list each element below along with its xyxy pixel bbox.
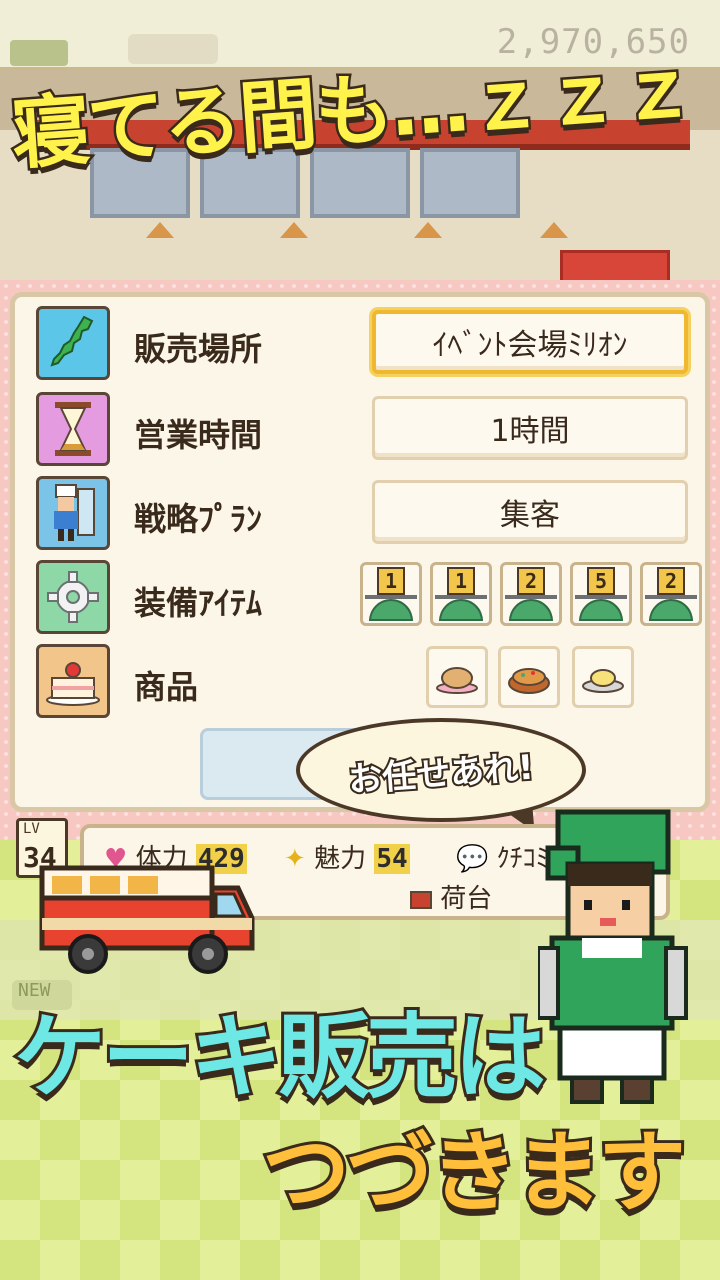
pie-dish-icon bbox=[508, 668, 550, 694]
equipment-slot[interactable]: 5 bbox=[570, 562, 632, 626]
top-badge bbox=[10, 40, 68, 66]
equipment-slot[interactable]: 2 bbox=[640, 562, 702, 626]
bread-bowl-icon bbox=[436, 667, 478, 694]
row-label: 営業時間 bbox=[134, 416, 263, 454]
row-label: 商品 bbox=[134, 668, 199, 706]
product-slot[interactable] bbox=[498, 646, 560, 708]
speech-bubble-text: お任せあれ! bbox=[345, 745, 537, 802]
row-label: 販売場所 bbox=[134, 330, 263, 368]
charm-value: 54 bbox=[374, 844, 410, 874]
row-equipment: 装備ｱｲﾃﾑ 1 1 2 5 2 bbox=[36, 560, 702, 636]
bottom-headline-1: ケーキ販売は bbox=[11, 1001, 549, 1114]
decoration-triangle bbox=[540, 222, 568, 238]
food-truck-icon bbox=[39, 865, 255, 974]
decoration-triangle bbox=[280, 222, 308, 238]
hours-select-button[interactable]: 1時間 bbox=[372, 396, 688, 460]
scale-icon bbox=[649, 599, 693, 621]
bottom-headline-2: つづきます bbox=[259, 1118, 689, 1227]
chef-icon bbox=[36, 476, 110, 550]
stat-review: 💬 ｸﾁｺﾐ bbox=[456, 838, 549, 875]
speech-bubble: お任せあれ! bbox=[296, 718, 586, 822]
row-label: 戦略ﾌﾟﾗﾝ bbox=[134, 500, 263, 538]
decoration-triangle bbox=[146, 222, 174, 238]
equipment-slot[interactable]: 2 bbox=[500, 562, 562, 626]
scale-icon bbox=[439, 599, 483, 621]
equipment-level: 1 bbox=[377, 567, 405, 595]
sparkle-icon: ✦ bbox=[284, 844, 306, 874]
equipment-level: 5 bbox=[587, 567, 615, 595]
product-slot[interactable] bbox=[426, 646, 488, 708]
equipment-level: 2 bbox=[517, 567, 545, 595]
equipment-slot[interactable]: 1 bbox=[360, 562, 422, 626]
scale-icon bbox=[579, 599, 623, 621]
japan-map-icon bbox=[36, 306, 110, 380]
equipment-level: 1 bbox=[447, 567, 475, 595]
row-location: 販売場所 ｲﾍﾞﾝﾄ会場ﾐﾘｵﾝ bbox=[36, 306, 696, 382]
new-label: NEW bbox=[18, 980, 51, 1001]
charm-label: 魅力 bbox=[314, 844, 367, 874]
equipment-slot[interactable]: 1 bbox=[430, 562, 492, 626]
equipment-level: 2 bbox=[657, 567, 685, 595]
location-select-button[interactable]: ｲﾍﾞﾝﾄ会場ﾐﾘｵﾝ bbox=[372, 310, 688, 374]
row-label: 装備ｱｲﾃﾑ bbox=[134, 584, 263, 622]
row-products: 商品 bbox=[36, 644, 696, 720]
hourglass-icon bbox=[36, 392, 110, 466]
custard-cup-icon bbox=[582, 669, 624, 693]
stat-charm: ✦ 魅力 54 bbox=[284, 838, 410, 875]
speech-icon: 💬 bbox=[456, 844, 489, 874]
level-label: LV bbox=[23, 821, 40, 837]
store-window bbox=[420, 148, 520, 218]
decoration-triangle bbox=[414, 222, 442, 238]
cake-icon bbox=[36, 644, 110, 718]
row-strategy: 戦略ﾌﾟﾗﾝ 集客 bbox=[36, 476, 696, 552]
top-pill bbox=[128, 34, 218, 64]
scale-icon bbox=[509, 599, 553, 621]
stat-cargo: 荷台 bbox=[410, 878, 492, 915]
product-slot[interactable] bbox=[572, 646, 634, 708]
strategy-select-button[interactable]: 集客 bbox=[372, 480, 688, 544]
cargo-label: 荷台 bbox=[440, 884, 493, 914]
row-hours: 営業時間 1時間 bbox=[36, 392, 696, 468]
scale-icon bbox=[369, 599, 413, 621]
gear-icon bbox=[36, 560, 110, 634]
cargo-icon bbox=[410, 890, 432, 909]
